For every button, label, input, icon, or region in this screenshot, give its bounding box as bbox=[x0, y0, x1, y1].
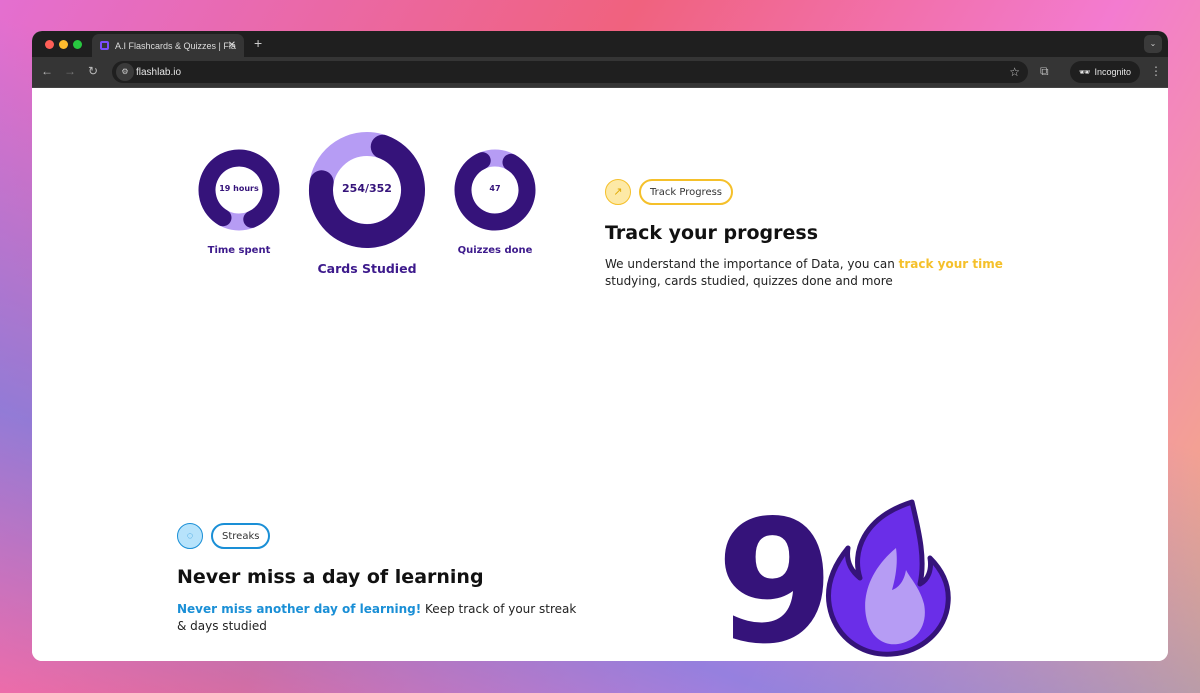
incognito-label: Incognito bbox=[1094, 67, 1131, 77]
quizzes-done-value: 47 bbox=[489, 184, 501, 193]
favicon-icon bbox=[100, 41, 109, 50]
flame-icon: ◌ bbox=[177, 523, 203, 549]
minimize-window-button[interactable] bbox=[59, 40, 68, 49]
toolbar: ← → ↻ ⚙ flashlab.io ☆ ⧉ 🕶 Incognito ⋮ bbox=[32, 57, 1168, 88]
reload-icon[interactable]: ↻ bbox=[88, 64, 98, 78]
track-time-highlight: track your time bbox=[898, 257, 1003, 271]
site-settings-icon[interactable]: ⚙ bbox=[116, 63, 134, 81]
cards-studied-label: Cards Studied bbox=[317, 261, 417, 276]
incognito-button[interactable]: 🕶 Incognito bbox=[1070, 61, 1140, 83]
close-window-button[interactable] bbox=[45, 40, 54, 49]
time-spent-label: Time spent bbox=[207, 245, 271, 256]
page-content: 19 hours 254/352 47 Time spent Cards Stu… bbox=[32, 88, 1168, 661]
bookmark-star-icon[interactable]: ☆ bbox=[1009, 65, 1020, 79]
url-text: flashlab.io bbox=[136, 66, 182, 78]
quizzes-done-label: Quizzes done bbox=[457, 245, 533, 256]
address-bar[interactable]: ⚙ flashlab.io ☆ bbox=[112, 61, 1028, 83]
track-progress-badge: Track Progress bbox=[639, 179, 734, 205]
time-spent-value: 19 hours bbox=[219, 184, 259, 193]
progress-description: We understand the importance of Data, yo… bbox=[605, 257, 1003, 288]
tab-bar: A.I Flashcards & Quizzes | Fla ✕ + ⌄ bbox=[32, 31, 1168, 57]
browser-tab[interactable]: A.I Flashcards & Quizzes | Fla ✕ bbox=[92, 34, 244, 57]
streak-highlight: Never miss another day of learning! bbox=[177, 602, 422, 616]
streaks-title: Never miss a day of learning bbox=[177, 566, 484, 588]
cards-studied-value: 254/352 bbox=[342, 182, 392, 195]
new-tab-button[interactable]: + bbox=[254, 35, 262, 51]
extensions-icon[interactable]: ⧉ bbox=[1040, 64, 1049, 79]
progress-title: Track your progress bbox=[605, 222, 819, 244]
streak-count: 9 bbox=[716, 484, 835, 661]
streak-flame-icon bbox=[826, 499, 951, 657]
streaks-badge: Streaks bbox=[211, 523, 271, 549]
tab-search-button[interactable]: ⌄ bbox=[1144, 35, 1162, 53]
tab-title: A.I Flashcards & Quizzes | Fla bbox=[115, 40, 236, 51]
trending-up-icon: ↗ bbox=[605, 179, 631, 205]
incognito-icon: 🕶 bbox=[1079, 66, 1091, 77]
menu-icon[interactable]: ⋮ bbox=[1150, 64, 1162, 78]
browser-window: A.I Flashcards & Quizzes | Fla ✕ + ⌄ ← →… bbox=[32, 31, 1168, 661]
back-icon[interactable]: ← bbox=[41, 64, 53, 78]
forward-icon[interactable]: → bbox=[64, 64, 76, 78]
close-tab-icon[interactable]: ✕ bbox=[228, 40, 236, 51]
maximize-window-button[interactable] bbox=[73, 40, 82, 49]
streaks-description: Never miss another day of learning! Keep… bbox=[177, 602, 577, 633]
